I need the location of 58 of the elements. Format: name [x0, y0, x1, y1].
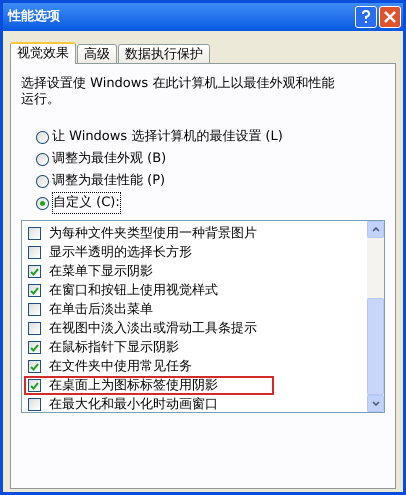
checkbox[interactable] — [28, 379, 41, 392]
checkbox[interactable] — [28, 284, 41, 297]
checkmark-icon — [30, 344, 39, 352]
radio-label: 调整为最佳性能 (P) — [52, 172, 166, 190]
checkbox[interactable] — [28, 398, 41, 411]
scroll-up-button[interactable] — [367, 221, 384, 238]
option-label: 在桌面上为图标标签使用阴影 — [49, 376, 218, 395]
radio-label: 让 Windows 选择计算机的最佳设置 (L) — [52, 128, 283, 146]
close-icon — [384, 11, 396, 23]
radio-label: 自定义 (C): — [52, 192, 121, 214]
checkbox[interactable] — [28, 246, 41, 259]
checkbox[interactable] — [28, 265, 41, 278]
description: 选择设置使 Windows 在此计算机上以最佳外观和性能运行。 — [21, 76, 336, 108]
option-row[interactable]: 在菜单下显示阴影 — [28, 262, 367, 281]
radio-button[interactable] — [36, 174, 49, 188]
tab[interactable]: 数据执行保护 — [118, 44, 210, 63]
option-row[interactable]: 在鼠标指针下显示阴影 — [28, 338, 367, 357]
question-mark-icon — [361, 10, 371, 24]
tab[interactable]: 视觉效果 — [10, 42, 76, 64]
radio-button[interactable] — [36, 196, 49, 210]
checkbox[interactable] — [28, 360, 41, 373]
option-row[interactable]: 在最大化和最小化时动画窗口 — [28, 395, 367, 412]
scroll-thumb[interactable] — [367, 298, 384, 395]
option-label: 在窗口和按钮上使用视觉样式 — [49, 282, 218, 300]
option-label: 在菜单下显示阴影 — [49, 262, 153, 281]
option-row[interactable]: 在窗口和按钮上使用视觉样式 — [28, 281, 367, 300]
option-label: 在最大化和最小化时动画窗口 — [49, 396, 218, 412]
option-label: 为每种文件夹类型使用一种背景图片 — [49, 224, 257, 243]
highlighted-row[interactable]: 在桌面上为图标标签使用阴影 — [24, 376, 274, 395]
radio-button[interactable] — [36, 152, 49, 166]
option-label: 在视图中淡入淡出或滑动工具条提示 — [49, 320, 257, 338]
option-row[interactable]: 为每种文件夹类型使用一种背景图片 — [28, 224, 367, 243]
radio-label: 调整为最佳外观 (B) — [52, 150, 166, 168]
option-row[interactable]: 显示半透明的选择长方形 — [28, 243, 367, 262]
checkbox[interactable] — [28, 227, 41, 240]
option-row[interactable]: 在文件夹中使用常见任务 — [28, 357, 367, 376]
scroll-down-button[interactable] — [367, 395, 384, 412]
radio-button[interactable] — [36, 130, 49, 144]
chevron-up-icon — [372, 227, 380, 232]
close-button[interactable] — [379, 6, 401, 28]
checkmark-icon — [30, 382, 39, 390]
option-row[interactable]: 在视图中淡入淡出或滑动工具条提示 — [28, 319, 367, 338]
checkbox[interactable] — [28, 341, 41, 354]
option-label: 在文件夹中使用常见任务 — [49, 358, 192, 376]
checkmark-icon — [30, 362, 39, 370]
option-label: 在鼠标指针下显示阴影 — [49, 338, 179, 357]
checkmark-icon — [30, 268, 39, 276]
option-label: 在单击后淡出菜单 — [49, 300, 153, 319]
option-label: 显示半透明的选择长方形 — [49, 244, 192, 262]
window-title: 性能选项 — [8, 8, 60, 26]
option-row[interactable]: 在单击后淡出菜单 — [28, 300, 367, 319]
checkbox[interactable] — [28, 322, 41, 335]
tab[interactable]: 高级 — [77, 44, 117, 63]
checkbox[interactable] — [28, 303, 41, 316]
chevron-down-icon — [372, 401, 380, 406]
scrollbar[interactable] — [367, 221, 384, 412]
checkmark-icon — [30, 286, 39, 294]
help-button[interactable] — [355, 6, 377, 28]
